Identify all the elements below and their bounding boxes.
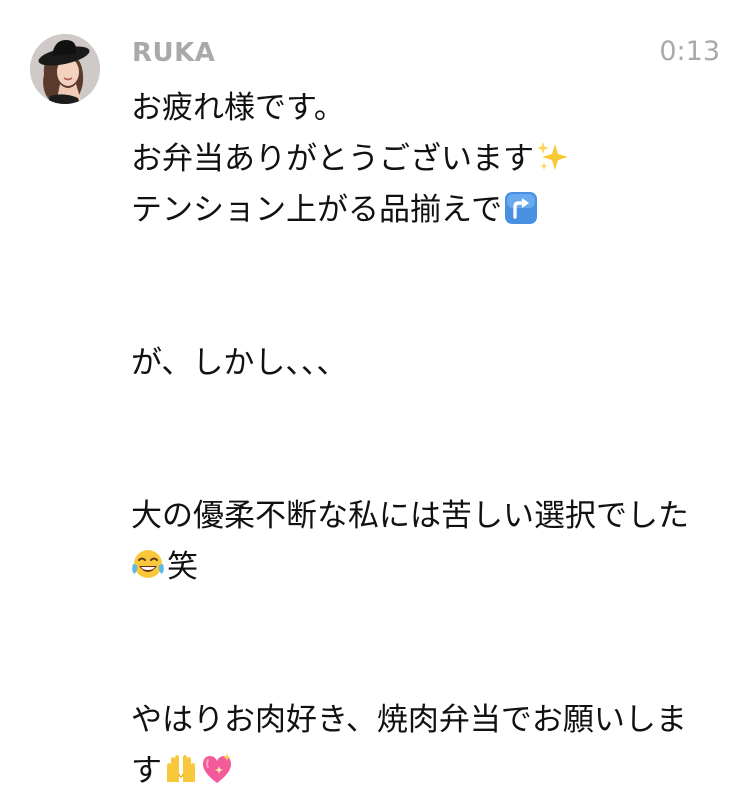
message-body: お疲れ様です。 お弁当ありがとうございます テンション上がる品揃えで が、しかし… — [131, 83, 721, 797]
message-time: 0:13 — [659, 36, 720, 67]
message-line: 大の優柔不断な私には苦しい選択でした — [131, 498, 689, 534]
chat-message: RUKA 0:13 お疲れ様です。 お弁当ありがとうございます テンション上がる… — [0, 0, 750, 808]
raising-hands-icon — [164, 752, 198, 786]
message-line: お弁当ありがとうございます — [131, 134, 721, 185]
user-avatar-photo-icon — [30, 34, 100, 104]
sparkles-icon — [536, 140, 570, 174]
message-line: テンション上がる品揃えで — [131, 185, 721, 236]
sparkling-heart-icon — [200, 752, 234, 786]
arrow-up-right-curved-icon — [504, 191, 538, 225]
message-line: やはりお肉好き、焼肉弁当でお願いしま — [131, 702, 687, 738]
message-line: が、しかし、、、 — [131, 345, 348, 381]
avatar[interactable] — [30, 34, 100, 104]
message-line: す — [131, 746, 721, 797]
message-line: 笑 — [131, 542, 721, 593]
tears-of-joy-icon — [131, 548, 165, 582]
message-line: お疲れ様です。 — [131, 90, 345, 126]
sender-name: RUKA — [132, 38, 216, 68]
